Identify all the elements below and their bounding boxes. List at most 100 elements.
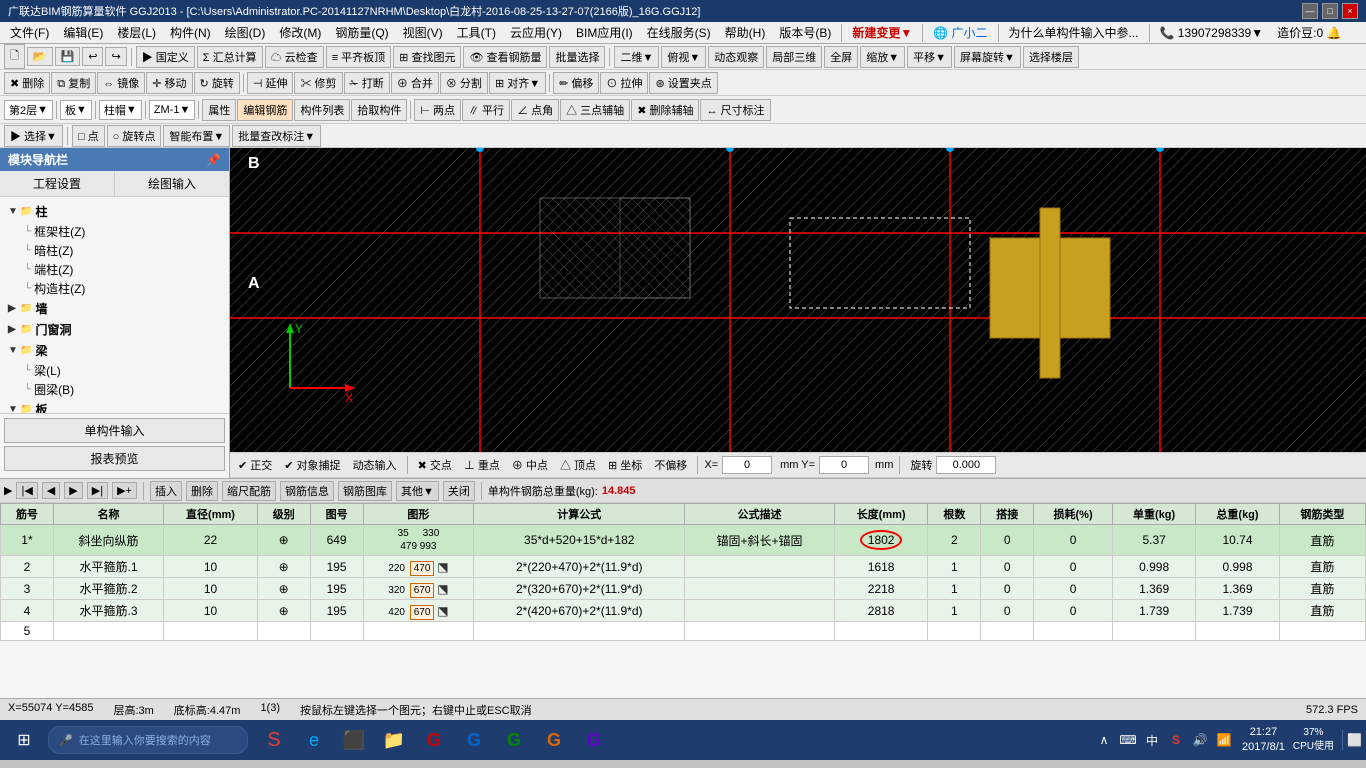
tree-item-kuangjiachu[interactable]: └框架柱(Z) [20, 222, 225, 241]
menu-file[interactable]: 文件(F) [4, 22, 55, 43]
dt-prev-btn[interactable]: ◀ [42, 482, 60, 499]
merge-btn[interactable]: ⊕ 合并 [391, 72, 439, 94]
menu-online[interactable]: 在线服务(S) [641, 22, 717, 43]
tree-liang[interactable]: ▼ 📁 梁 [4, 340, 225, 361]
menu-view[interactable]: 视图(V) [397, 22, 449, 43]
tree-zhu[interactable]: ▼ 📁 柱 [4, 201, 225, 222]
name-select[interactable]: ZM-1 ▼ [149, 100, 196, 120]
undo-btn[interactable]: ↩ [82, 47, 103, 66]
taskbar-icon-g4[interactable]: G [536, 722, 572, 758]
menu-modify[interactable]: 修改(M) [273, 22, 327, 43]
menu-bim[interactable]: BIM应用(I) [570, 22, 639, 43]
zoom-btn[interactable]: 缩放▼ [860, 46, 905, 68]
taskbar-sougou-icon[interactable]: S [1166, 730, 1186, 750]
sidebar-draw-btn[interactable]: 绘图输入 [115, 171, 229, 196]
dt-first-btn[interactable]: |◀ [16, 482, 37, 499]
component-list-btn[interactable]: 构件列表 [294, 99, 350, 121]
taskbar-icon-app1[interactable]: S [256, 722, 292, 758]
menu-cloud[interactable]: 云应用(Y) [504, 22, 568, 43]
view-rebar-btn[interactable]: 👁 查看钢筋量 [463, 46, 547, 68]
taskbar-lang-icon[interactable]: 中 [1142, 730, 1162, 750]
sidebar-settings-btn[interactable]: 工程设置 [0, 171, 115, 196]
menu-component[interactable]: 构件(N) [164, 22, 217, 43]
smart-layout-btn[interactable]: 智能布置▼ [163, 125, 230, 147]
taskbar-volume-icon[interactable]: 🔊 [1190, 730, 1210, 750]
tree-mcd[interactable]: ▶ 📁 门窗洞 [4, 319, 225, 340]
menu-price[interactable]: 造价豆:0 🔔 [1271, 22, 1347, 43]
batch-mark-btn[interactable]: 批量查改标注▼ [232, 125, 321, 147]
data-table-wrapper[interactable]: 筋号 名称 直径(mm) 级别 图号 图形 计算公式 公式描述 长度(mm) 根… [0, 503, 1366, 698]
snap-zhong[interactable]: ⊕ 中点 [508, 455, 552, 475]
select-floor-btn[interactable]: 选择楼层 [1023, 46, 1079, 68]
taskbar-icon-g2[interactable]: G [456, 722, 492, 758]
tree-item-liang-l[interactable]: └梁(L) [20, 361, 225, 380]
dt-delete-btn[interactable]: 删除 [186, 481, 218, 501]
menu-help[interactable]: 帮助(H) [719, 22, 772, 43]
maximize-button[interactable]: □ [1322, 3, 1338, 19]
local-3d-btn[interactable]: 局部三维 [766, 46, 822, 68]
tree-item-quanliang[interactable]: └圈梁(B) [20, 380, 225, 399]
snap-duixiang[interactable]: ✔ 对象捕捉 [280, 455, 344, 475]
start-button[interactable]: ⊞ [4, 722, 44, 758]
setpoint-btn[interactable]: ⊛ 设置夹点 [649, 72, 717, 94]
snap-duan[interactable]: ⊥ 重点 [460, 455, 504, 475]
snap-dongtai[interactable]: 动态输入 [349, 455, 401, 475]
dt-add-btn[interactable]: ▶+ [112, 482, 137, 499]
subtype-select[interactable]: 柱帽 ▼ [99, 100, 142, 120]
dim-label-btn[interactable]: ↔ 尺寸标注 [700, 99, 770, 121]
minimize-button[interactable]: — [1302, 3, 1318, 19]
menu-draw[interactable]: 绘图(D) [219, 22, 272, 43]
rotate-btn[interactable]: ↻ 旋转 [194, 72, 240, 94]
mirror-btn[interactable]: ⇔ 镜像 [97, 72, 145, 94]
dt-rebar-lib-btn[interactable]: 钢筋图库 [338, 481, 392, 501]
cloud-check-btn[interactable]: ☁ 云检查 [265, 46, 324, 68]
taskbar-network-icon[interactable]: 📶 [1214, 730, 1234, 750]
two-pts-btn[interactable]: ⊢ 两点 [414, 99, 461, 121]
calc-btn[interactable]: Σ 汇总计算 [197, 46, 263, 68]
taskbar-icon-g5[interactable]: G [576, 722, 612, 758]
delete-btn[interactable]: ✖ 删除 [4, 72, 50, 94]
layer-select[interactable]: 第2层 ▼ [4, 100, 53, 120]
menu-version[interactable]: 版本号(B) [773, 22, 837, 43]
menu-new-change[interactable]: 新建变更▼ [846, 22, 918, 43]
snap-zhengjiajiao[interactable]: ✔ 正交 [234, 455, 276, 475]
snap-zuobiao[interactable]: ⊞ 坐标 [604, 455, 646, 475]
extend-btn[interactable]: ⊣ 延伸 [247, 72, 294, 94]
move-btn[interactable]: ✛ 移动 [146, 72, 192, 94]
report-preview-btn[interactable]: 报表预览 [4, 446, 225, 471]
dt-last-btn[interactable]: ▶| [87, 482, 108, 499]
menu-why[interactable]: 为什么单构件输入中参... [1003, 22, 1145, 43]
batch-select-btn[interactable]: 批量选择 [549, 46, 605, 68]
property-btn[interactable]: 属性 [202, 99, 236, 121]
select-btn[interactable]: ▶ 选择▼ [4, 125, 63, 147]
screen-rotate-btn[interactable]: 屏幕旋转▼ [954, 46, 1021, 68]
dt-scale-btn[interactable]: 缩尺配筋 [222, 481, 276, 501]
define-btn[interactable]: ▶ 国定义 [136, 46, 195, 68]
edit-rebar-btn[interactable]: 编辑钢筋 [237, 99, 293, 121]
fullscreen-btn[interactable]: 全屏 [824, 46, 858, 68]
tree-ban[interactable]: ▼ 📁 板 [4, 399, 225, 413]
del-aux-btn[interactable]: ✖ 删除辅轴 [631, 99, 699, 121]
level-plate-btn[interactable]: ≡ 平齐板顶 [326, 46, 391, 68]
dt-other-btn[interactable]: 其他▼ [396, 481, 439, 501]
open-btn[interactable]: 📂 [27, 47, 53, 66]
taskbar-search[interactable]: 🎤 在这里输入你要搜索的内容 [48, 726, 248, 754]
menu-phone[interactable]: 📞 13907298339▼ [1154, 24, 1270, 42]
split-btn[interactable]: ⊗ 分割 [440, 72, 488, 94]
pan-btn[interactable]: 平移▼ [907, 46, 952, 68]
taskbar-icon-store[interactable]: ⬛ [336, 722, 372, 758]
close-button[interactable]: × [1342, 3, 1358, 19]
dt-close-btn[interactable]: 关闭 [443, 481, 475, 501]
pt-angle-btn[interactable]: ∠ 点角 [511, 99, 559, 121]
snap-jiaodian[interactable]: ✖ 交点 [414, 455, 456, 475]
menu-layer[interactable]: 楼层(L) [111, 22, 162, 43]
dynamic-view-btn[interactable]: 动态观察 [708, 46, 764, 68]
type-select[interactable]: 板 ▼ [60, 100, 92, 120]
break-btn[interactable]: ✁ 打断 [344, 72, 390, 94]
sidebar-pin-icon[interactable]: 📌 [206, 153, 221, 167]
pick-component-btn[interactable]: 拾取构件 [351, 99, 407, 121]
2d-btn[interactable]: 二维▼ [614, 46, 659, 68]
menu-edit[interactable]: 编辑(E) [57, 22, 109, 43]
tree-item-anchu[interactable]: └暗柱(Z) [20, 241, 225, 260]
dragpoint-btn[interactable]: ⊙ 拉伸 [600, 72, 648, 94]
